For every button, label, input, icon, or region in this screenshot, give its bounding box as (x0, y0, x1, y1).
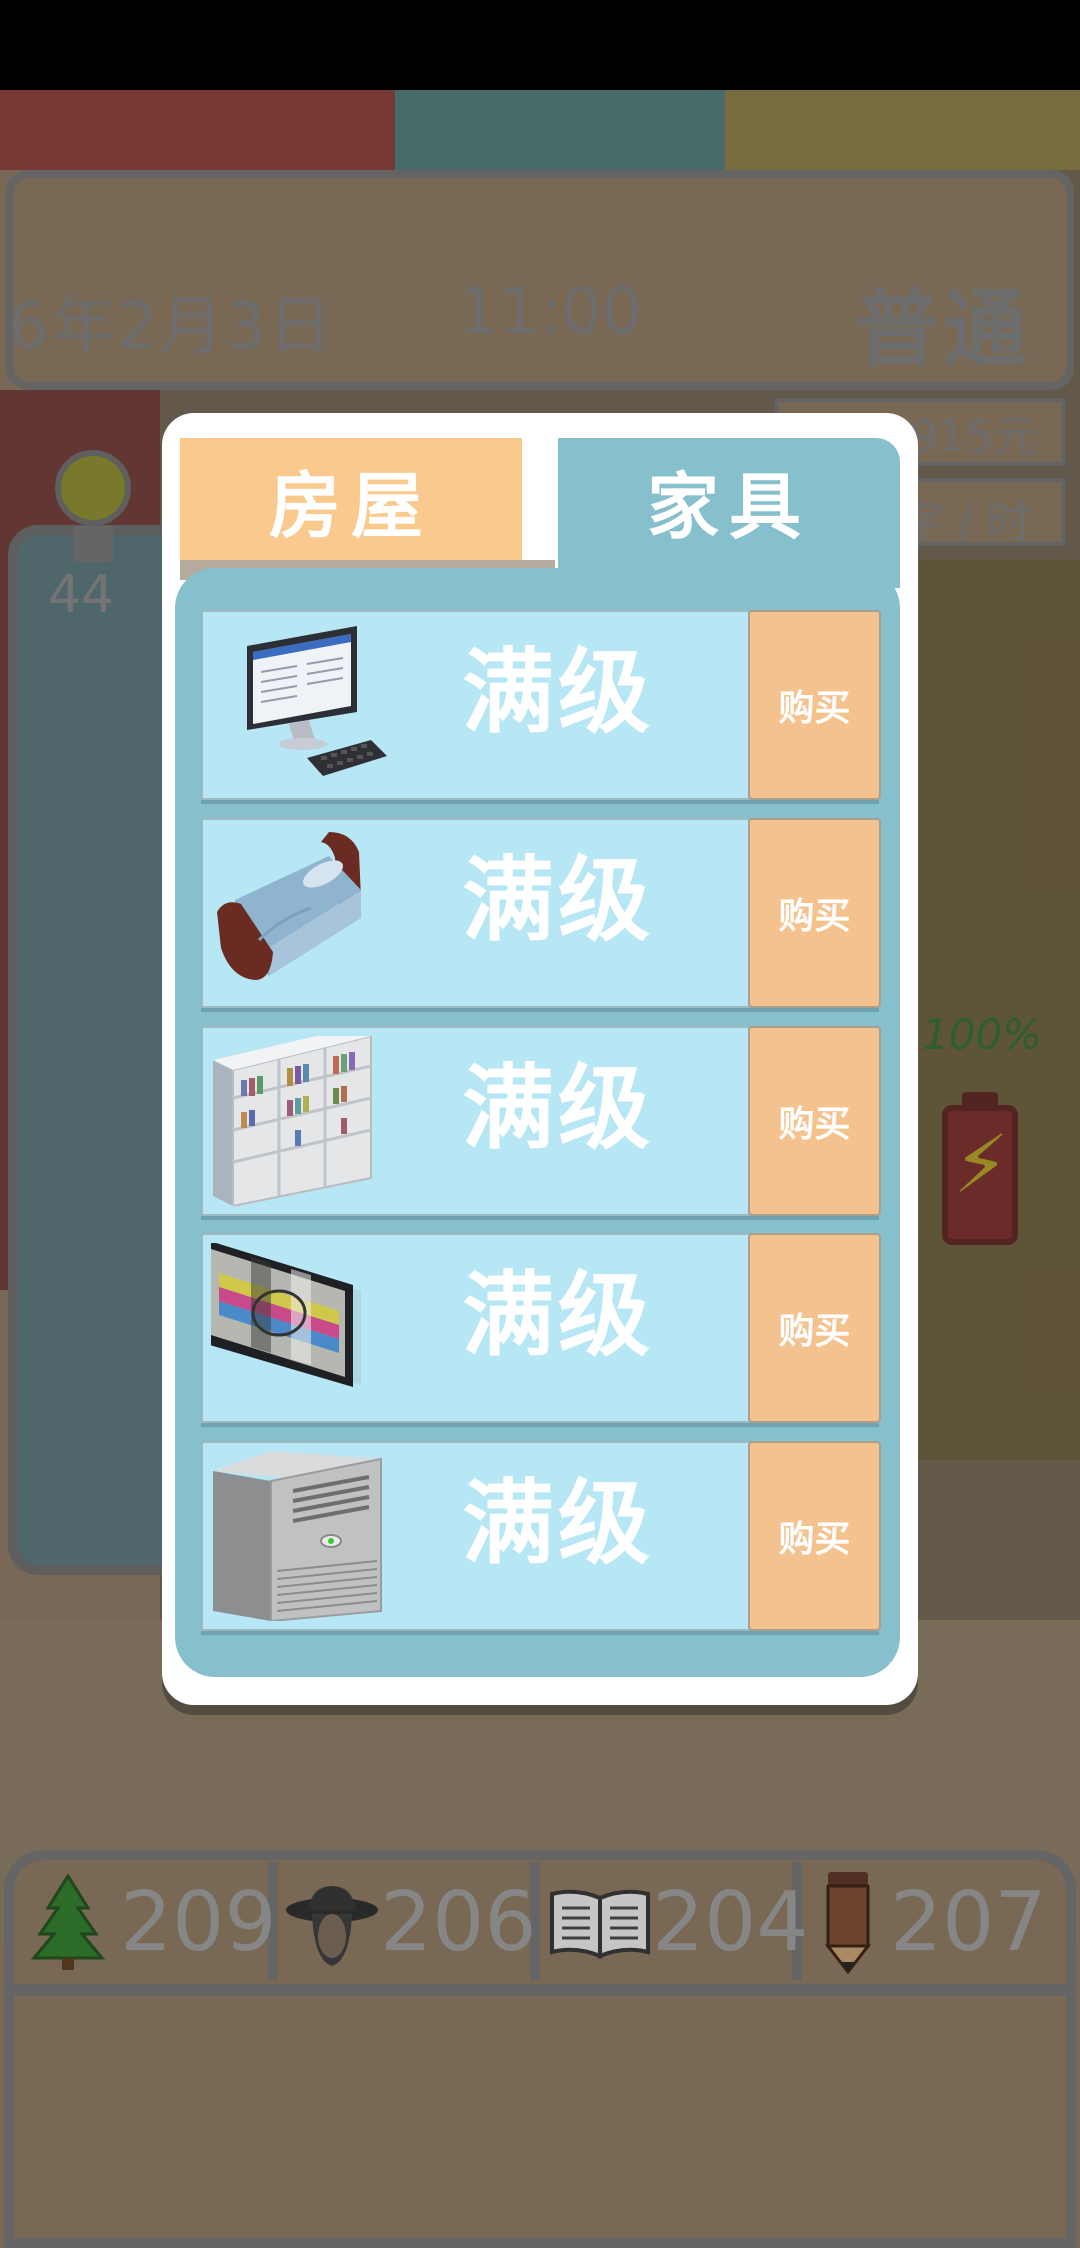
tab-furniture-label: 家具 (646, 464, 811, 549)
buy-button-label: 购买 (778, 1519, 851, 1560)
bookshelf-icon (213, 1036, 372, 1206)
bed-icon (217, 832, 361, 980)
furniture-item-air-conditioner: 满级 购买 (201, 1441, 881, 1631)
furniture-item-tv: 满级 购买 (201, 1233, 881, 1423)
furniture-item-computer: 满级 购买 (201, 610, 881, 800)
buy-button[interactable]: 购买 (748, 610, 881, 800)
buy-button-label: 购买 (778, 896, 851, 937)
item-status: 满级 (461, 1262, 654, 1369)
item-status: 满级 (461, 847, 654, 954)
buy-button[interactable]: 购买 (748, 1233, 881, 1423)
status-bar (0, 0, 1080, 90)
buy-button-label: 购买 (778, 1311, 851, 1352)
item-status: 满级 (461, 1470, 654, 1577)
tab-furniture[interactable]: 家具 (558, 438, 900, 588)
item-status: 满级 (461, 639, 654, 746)
tv-icon (211, 1243, 361, 1387)
item-status: 满级 (461, 1055, 654, 1162)
computer-icon (247, 626, 387, 776)
furniture-item-bed: 满级 购买 (201, 818, 881, 1008)
buy-button[interactable]: 购买 (748, 818, 881, 1008)
buy-button[interactable]: 购买 (748, 1441, 881, 1631)
buy-button[interactable]: 购买 (748, 1026, 881, 1216)
buy-button-label: 购买 (778, 1104, 851, 1145)
air-conditioner-icon (213, 1451, 382, 1621)
tab-house-label: 房屋 (268, 463, 433, 548)
buy-button-label: 购买 (778, 688, 851, 729)
tab-house[interactable]: 房屋 (180, 438, 522, 560)
furniture-item-bookshelf: 满级 购买 (201, 1026, 881, 1216)
